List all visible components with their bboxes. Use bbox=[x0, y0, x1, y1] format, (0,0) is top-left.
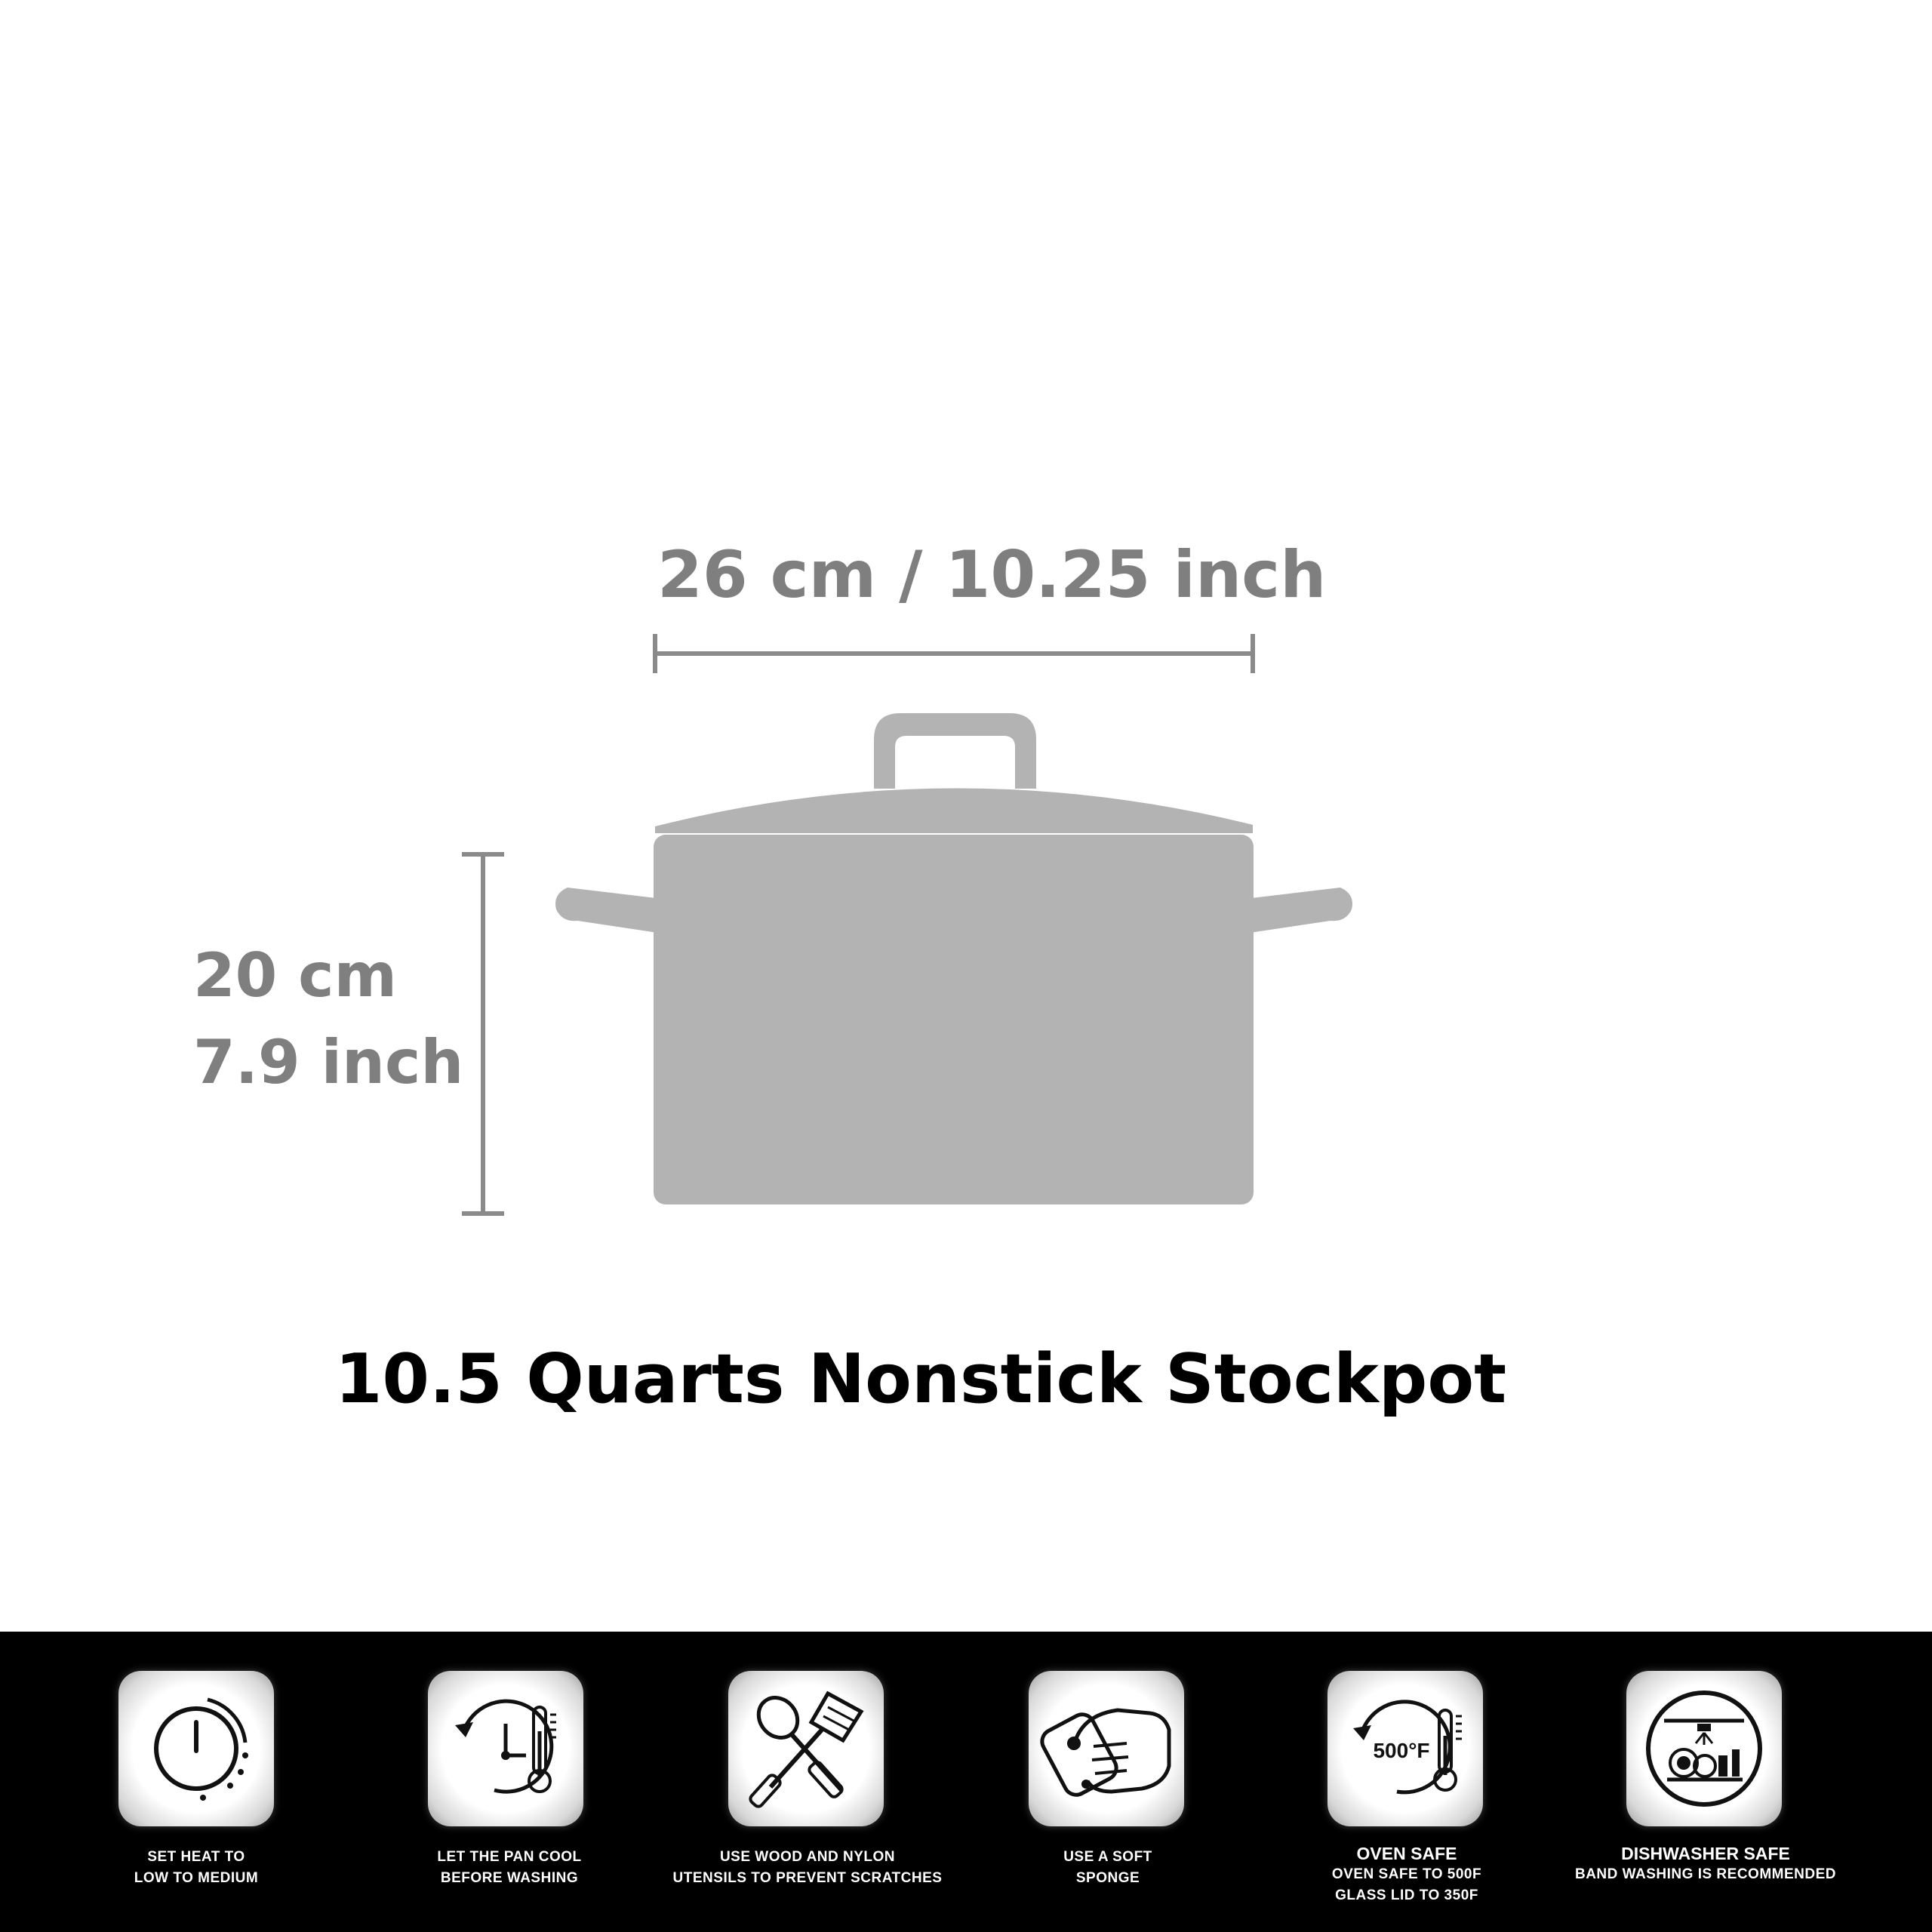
caption-line: SPONGE bbox=[1075, 1870, 1140, 1886]
care-item-sponge: USE A SOFT SPONGE bbox=[949, 1632, 1266, 1932]
lid-handle bbox=[874, 713, 1036, 789]
care-tile bbox=[1626, 1671, 1782, 1826]
care-item-cool: LET THE PAN COOL BEFORE WASHING bbox=[351, 1632, 668, 1932]
height-dimension-label-inch: 7.9 inch bbox=[193, 1027, 464, 1097]
caption-line: UTENSILS TO PREVENT SCRATCHES bbox=[672, 1870, 943, 1886]
caption-line: OVEN SAFE TO 500F bbox=[1331, 1866, 1482, 1882]
height-dimension-line bbox=[462, 852, 504, 1216]
width-dimension-line bbox=[653, 634, 1255, 673]
care-caption: SET HEAT TO LOW TO MEDIUM bbox=[38, 1847, 355, 1889]
product-title: 10.5 Quarts Nonstick Stockpot bbox=[334, 1340, 1507, 1419]
care-tile bbox=[1029, 1671, 1184, 1826]
care-instructions-band: SET HEAT TO LOW TO MEDIUM LET THE PAN CO… bbox=[0, 1632, 1932, 1932]
care-caption: DISHWASHER SAFE BAND WASHING IS RECOMMEN… bbox=[1547, 1843, 1864, 1885]
caption-line: LOW TO MEDIUM bbox=[134, 1870, 259, 1886]
pot-body bbox=[654, 835, 1254, 1204]
caption-line: GLASS LID TO 350F bbox=[1335, 1887, 1478, 1903]
caption-line: USE A SOFT bbox=[1063, 1849, 1152, 1865]
caption-line: LET THE PAN COOL bbox=[437, 1849, 582, 1865]
spoon-spatula-icon bbox=[749, 1690, 864, 1808]
clock-thermometer-icon bbox=[455, 1699, 556, 1794]
height-dimension-label-cm: 20 cm bbox=[193, 940, 397, 1011]
care-caption: LET THE PAN COOL BEFORE WASHING bbox=[351, 1847, 668, 1889]
care-tile bbox=[728, 1671, 884, 1826]
width-dimension-label: 26 cm / 10.25 inch bbox=[657, 537, 1327, 613]
oven-500f-icon: 500°F bbox=[1353, 1700, 1462, 1795]
dishwasher-icon bbox=[1646, 1690, 1762, 1807]
caption-line: BEFORE WASHING bbox=[440, 1870, 579, 1886]
caption-heading: DISHWASHER SAFE bbox=[1621, 1844, 1790, 1863]
care-tile bbox=[118, 1671, 274, 1826]
caption-line: SET HEAT TO bbox=[147, 1849, 245, 1865]
care-caption: USE WOOD AND NYLON UTENSILS TO PREVENT S… bbox=[649, 1847, 966, 1889]
care-tile bbox=[428, 1671, 583, 1826]
care-item-heat: SET HEAT TO LOW TO MEDIUM bbox=[38, 1632, 355, 1932]
care-caption: USE A SOFT SPONGE bbox=[949, 1847, 1266, 1889]
care-item-dishwasher: DISHWASHER SAFE BAND WASHING IS RECOMMEN… bbox=[1547, 1632, 1864, 1932]
care-item-utensils: USE WOOD AND NYLON UTENSILS TO PREVENT S… bbox=[649, 1632, 966, 1932]
power-dial-icon bbox=[154, 1697, 248, 1801]
oven-temp-badge: 500°F bbox=[1373, 1739, 1429, 1762]
hand-sponge-icon bbox=[1040, 1708, 1171, 1797]
pot-lid bbox=[655, 788, 1253, 833]
caption-heading: OVEN SAFE bbox=[1356, 1844, 1457, 1863]
care-tile: 500°F bbox=[1327, 1671, 1483, 1826]
care-caption: OVEN SAFE OVEN SAFE TO 500F GLASS LID TO… bbox=[1248, 1843, 1565, 1906]
care-item-oven: 500°F OVEN SAFE OVEN SAFE TO 500F GLASS … bbox=[1248, 1632, 1565, 1932]
pot-silhouette bbox=[555, 713, 1352, 1204]
caption-line: BAND WASHING IS RECOMMENDED bbox=[1574, 1866, 1836, 1882]
caption-line: USE WOOD AND NYLON bbox=[719, 1849, 896, 1865]
